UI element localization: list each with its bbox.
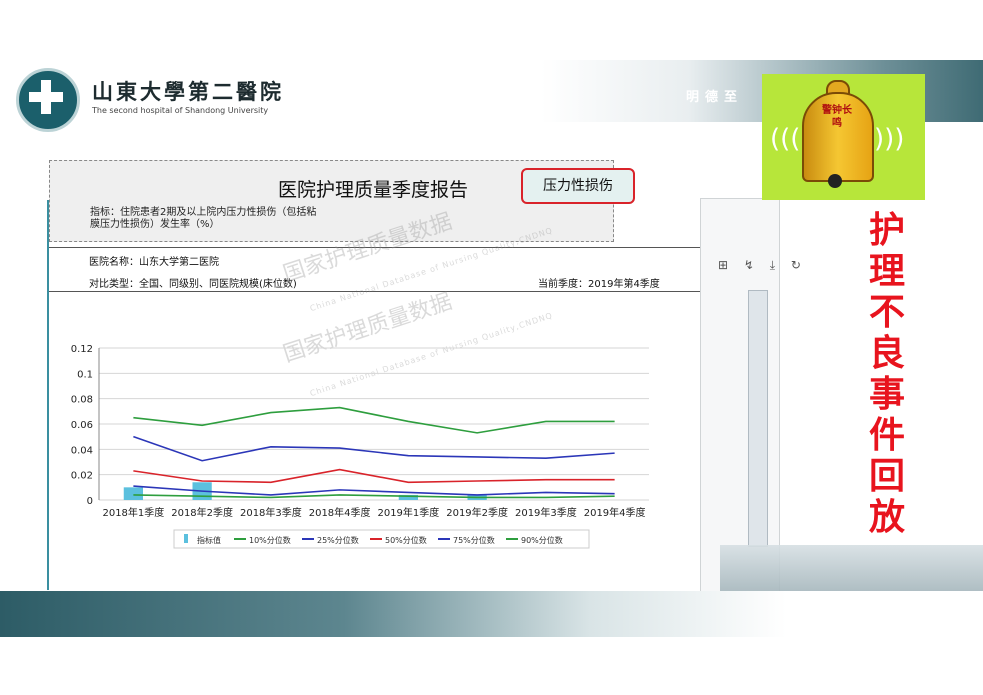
current-quarter: 当前季度：2019年第4季度	[538, 279, 660, 290]
motto: 明德至	[686, 90, 744, 105]
y-tick-label: 0	[87, 496, 93, 507]
indicator-text: 指标：住院患者2期及以上院内压力性损伤（包括粘膜压力性损伤）发生率（%）	[90, 207, 317, 230]
series-line	[133, 468, 615, 484]
x-tick-label: 2018年4季度	[309, 506, 371, 519]
bell-clapper-icon	[828, 174, 842, 188]
y-tick-label: 0.12	[71, 344, 93, 355]
legend-label: 25%分位数	[317, 535, 359, 545]
bell-text: 警钟长鸣	[822, 105, 852, 129]
university-name-en: The second hospital of Shandong Universi…	[92, 106, 269, 115]
legend-label: 指标值	[197, 535, 221, 545]
x-tick-label: 2019年1季度	[377, 506, 439, 519]
legend-label: 10%分位数	[249, 535, 291, 545]
x-tick-label: 2018年2季度	[171, 506, 233, 519]
warning-bell-image: ((( ))) 警钟长鸣	[762, 74, 925, 200]
x-tick-label: 2018年1季度	[102, 506, 164, 519]
x-tick-label: 2019年3季度	[515, 506, 577, 519]
scrollbar[interactable]	[748, 290, 768, 547]
y-tick-label: 0.04	[71, 445, 93, 456]
y-tick-label: 0.02	[71, 471, 93, 482]
university-name-cn: 山東大學第二醫院	[92, 79, 284, 104]
x-tick-label: 2019年4季度	[584, 506, 646, 519]
bar-indicator-value	[123, 487, 143, 500]
logo-cross-icon-bar	[29, 92, 63, 102]
report-panel: 医院护理质量季度报告 指标：住院患者2期及以上院内压力性损伤（包括粘膜压力性损伤…	[49, 160, 700, 590]
chart-toolbar-icons[interactable]: ⊞ ↯ ⤓ ↻	[718, 258, 807, 273]
y-tick-label: 0.06	[71, 420, 93, 431]
side-title: 护理不良事件回放	[868, 210, 905, 538]
x-tick-label: 2019年2季度	[446, 506, 508, 519]
y-tick-label: 0.1	[77, 369, 93, 380]
sound-wave-icon: )))	[874, 124, 905, 154]
series-line	[133, 406, 615, 434]
x-tick-label: 2018年3季度	[240, 506, 302, 519]
report-title: 医院护理质量季度报告	[278, 179, 469, 201]
comparison-type: 对比类型：全国、同级别、同医院规模(床位数)	[89, 279, 297, 290]
legend-label: 90%分位数	[521, 535, 563, 545]
y-tick-label: 0.08	[71, 395, 93, 406]
legend-label: 75%分位数	[453, 535, 495, 545]
quality-chart: 0 0.02 0.04 0.06 0.08 0.1 0.12 2018年1季度 2018年2季度…	[71, 344, 649, 549]
legend-swatch	[184, 534, 188, 543]
pressure-injury-tag[interactable]: 压力性损伤	[521, 168, 635, 204]
hospital-name: 医院名称：山东大学第二医院	[89, 257, 219, 268]
series-line	[133, 435, 615, 462]
sound-wave-icon: (((	[770, 124, 801, 154]
legend-label: 50%分位数	[385, 535, 427, 545]
